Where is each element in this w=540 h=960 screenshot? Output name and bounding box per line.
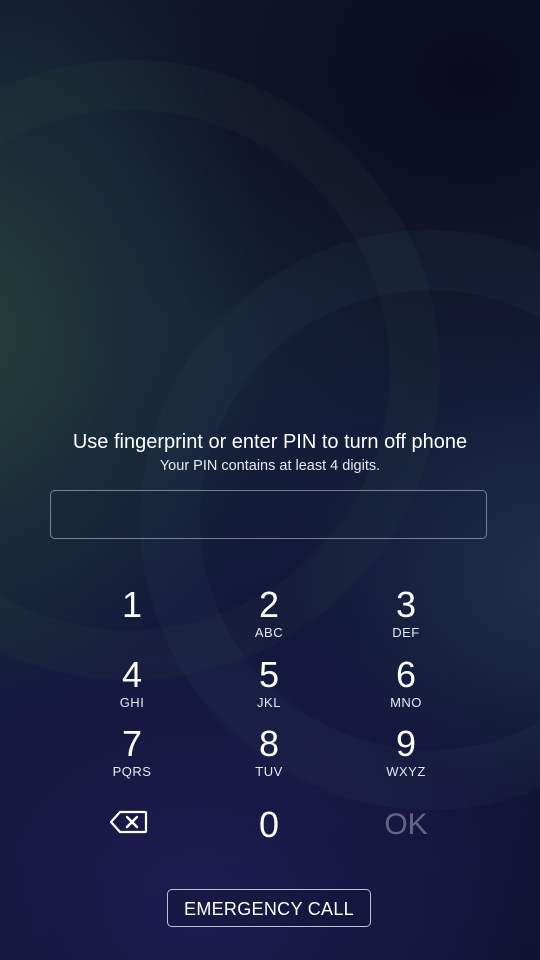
key-5[interactable]: 5 JKL [209, 655, 329, 719]
key-letters: JKL [257, 695, 281, 710]
key-1[interactable]: 1 [72, 585, 192, 649]
key-letters: DEF [392, 625, 420, 640]
key-letters: TUV [255, 764, 283, 779]
key-digit: 8 [258, 723, 280, 764]
key-digit: 2 [258, 584, 280, 625]
pin-prompt: Use fingerprint or enter PIN to turn off… [0, 428, 540, 476]
key-letters: GHI [119, 695, 145, 710]
ok-button[interactable]: OK [346, 785, 466, 865]
prompt-title: Use fingerprint or enter PIN to turn off… [72, 431, 468, 453]
key-8[interactable]: 8 TUV [209, 724, 329, 788]
key-2[interactable]: 2 ABC [209, 585, 329, 649]
key-digit: 6 [395, 654, 417, 695]
key-4[interactable]: 4 GHI [72, 655, 192, 719]
key-digit: 7 [121, 723, 143, 764]
pin-input[interactable] [50, 490, 487, 539]
key-3[interactable]: 3 DEF [346, 585, 466, 649]
key-7[interactable]: 7 PQRS [72, 724, 192, 788]
key-letters: ABC [254, 625, 284, 640]
key-0[interactable]: 0 [209, 785, 329, 865]
key-digit: 9 [395, 723, 417, 764]
key-6[interactable]: 6 MNO [346, 655, 466, 719]
prompt-subtitle: Your PIN contains at least 4 digits. [159, 458, 381, 474]
lock-screen: Use fingerprint or enter PIN to turn off… [0, 0, 540, 960]
key-letters: WXYZ [386, 764, 426, 779]
key-digit: 1 [121, 584, 143, 625]
backspace-icon [109, 810, 148, 834]
key-digit: 4 [121, 654, 143, 695]
key-digit: 3 [395, 584, 417, 625]
key-9[interactable]: 9 WXYZ [346, 724, 466, 788]
emergency-call-button[interactable]: EMERGENCY CALL [167, 889, 371, 927]
ok-label: OK [384, 808, 428, 841]
key-digit: 0 [258, 804, 280, 845]
backspace-button[interactable] [109, 810, 148, 839]
key-digit: 5 [258, 654, 280, 695]
key-letters: PQRS [112, 764, 152, 779]
key-letters: MNO [390, 695, 422, 710]
